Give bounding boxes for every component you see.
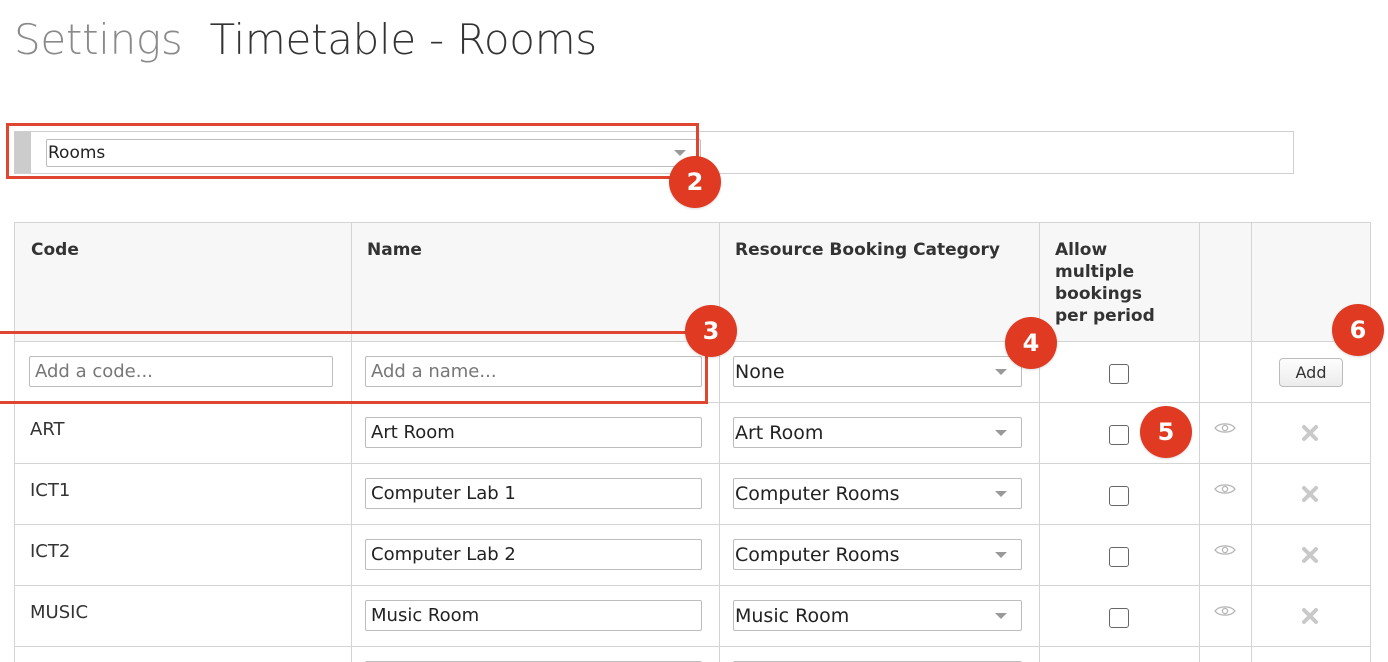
new-category-value: None xyxy=(735,360,785,383)
add-room-button[interactable]: Add xyxy=(1279,358,1343,387)
breadcrumb-settings[interactable]: Settings xyxy=(14,15,183,64)
room-category-value: Art Room xyxy=(735,421,824,444)
room-allow-multiple-checkbox[interactable] xyxy=(1109,547,1129,567)
chevron-down-icon xyxy=(995,368,1007,375)
eye-icon[interactable] xyxy=(1214,482,1236,496)
column-header-allow-multiple: Allow multiple bookings per period xyxy=(1055,240,1155,326)
new-allow-multiple-checkbox[interactable] xyxy=(1109,364,1129,384)
room-category-select[interactable]: Computer Rooms xyxy=(733,478,1022,509)
eye-icon[interactable] xyxy=(1214,543,1236,557)
annotation-badge-5: 5 xyxy=(1140,406,1192,458)
room-code: ART xyxy=(30,419,65,440)
room-name-input[interactable]: Art Room xyxy=(365,417,702,448)
column-divider xyxy=(351,223,352,662)
room-category-select[interactable]: Music Room xyxy=(733,600,1022,631)
room-allow-multiple-checkbox[interactable] xyxy=(1109,486,1129,506)
chevron-down-icon xyxy=(995,612,1007,619)
annotation-badge-4: 4 xyxy=(1005,317,1057,369)
row-divider xyxy=(15,646,1370,647)
annotation-badge-2: 2 xyxy=(669,156,721,208)
close-icon[interactable] xyxy=(1301,607,1319,625)
new-category-select[interactable]: None xyxy=(733,356,1022,387)
room-category-value: Music Room xyxy=(735,604,850,627)
highlight-box-2 xyxy=(6,123,699,179)
room-category-value: Computer Rooms xyxy=(735,543,900,566)
column-header-category[interactable]: Resource Booking Category xyxy=(735,239,1000,261)
column-divider xyxy=(1199,223,1200,662)
highlight-box-3 xyxy=(0,331,708,404)
page-heading: Timetable - Rooms xyxy=(209,15,597,64)
column-divider xyxy=(1251,223,1252,662)
row-divider xyxy=(15,585,1370,586)
room-allow-multiple-checkbox[interactable] xyxy=(1109,608,1129,628)
chevron-down-icon xyxy=(995,490,1007,497)
close-icon[interactable] xyxy=(1301,546,1319,564)
annotation-badge-6: 6 xyxy=(1332,304,1384,356)
close-icon[interactable] xyxy=(1301,485,1319,503)
room-name-input[interactable]: Computer Lab 2 xyxy=(365,539,702,570)
room-code: MUSIC xyxy=(30,602,89,623)
row-divider xyxy=(15,524,1370,525)
room-name-input[interactable]: Computer Lab 1 xyxy=(365,478,702,509)
room-category-value: Computer Rooms xyxy=(735,482,900,505)
column-header-code[interactable]: Code xyxy=(31,239,79,261)
column-divider xyxy=(719,223,720,662)
room-allow-multiple-checkbox[interactable] xyxy=(1109,425,1129,445)
room-category-select[interactable]: Art Room xyxy=(733,417,1022,448)
column-header-name[interactable]: Name xyxy=(367,239,422,261)
room-code: ICT1 xyxy=(30,480,71,501)
eye-icon[interactable] xyxy=(1214,421,1236,435)
chevron-down-icon xyxy=(995,551,1007,558)
close-icon[interactable] xyxy=(1301,424,1319,442)
eye-icon[interactable] xyxy=(1214,604,1236,618)
row-divider xyxy=(15,463,1370,464)
room-name-input[interactable]: Music Room xyxy=(365,600,702,631)
page-title: Settings Timetable - Rooms xyxy=(14,12,597,68)
room-category-select[interactable]: Computer Rooms xyxy=(733,539,1022,570)
annotation-badge-3: 3 xyxy=(685,305,737,357)
column-divider xyxy=(1039,223,1040,662)
chevron-down-icon xyxy=(995,429,1007,436)
room-code: ICT2 xyxy=(30,541,71,562)
